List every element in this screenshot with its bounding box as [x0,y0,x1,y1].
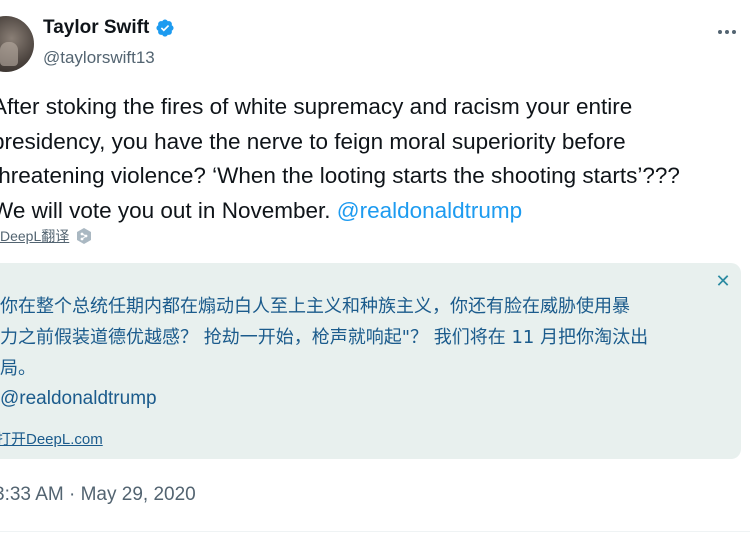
tweet-line-last: We will vote you out in November. @reald… [0,194,732,229]
translation-text: 你在整个总统任期内都在煽动白人至上主义和种族主义，你还有脸在威胁使用暴 力之前假… [0,291,720,384]
avatar[interactable] [0,16,34,72]
tweet-timestamp[interactable]: 3:33 AM · May 29, 2020 [0,484,196,506]
translation-mention[interactable]: @realdonaldtrump [0,388,157,410]
divider [0,531,750,532]
tweet-header: Taylor Swift @taylorswift13 [0,0,750,80]
tweet-line: threatening violence? ‘When the looting … [0,163,680,188]
tweet-line: presidency, you have the nerve to feign … [0,128,626,154]
close-icon[interactable]: ✕ [714,272,732,290]
more-options-icon[interactable] [712,20,742,44]
translation-line: 力之前假装道德优越感？ 抢劫一开始，枪声就响起"？ 我们将在 11 月把你淘汰出 [0,327,649,348]
mention-link[interactable]: @realdonaldtrump [337,198,522,223]
author-display-name[interactable]: Taylor Swift [43,17,149,39]
translation-line: 局。 [0,358,36,379]
tweet-line: After stoking the fires of white suprema… [0,94,633,119]
verified-badge-icon [155,18,175,38]
deepl-icon [75,227,93,245]
open-deepl-link[interactable]: 打开DeepL.com [0,428,103,449]
tweet-line: We will vote you out in November. [0,197,337,223]
author-handle[interactable]: @taylorswift13 [43,48,155,68]
translate-button[interactable]: 用DeepL翻译 [0,226,93,246]
translate-label[interactable]: 用DeepL翻译 [0,226,69,246]
author-name-row: Taylor Swift [43,17,175,39]
translation-line: 你在整个总统任期内都在煽动白人至上主义和种族主义，你还有脸在威胁使用暴 [0,296,630,317]
tweet-text: After stoking the fires of white suprema… [0,90,732,228]
